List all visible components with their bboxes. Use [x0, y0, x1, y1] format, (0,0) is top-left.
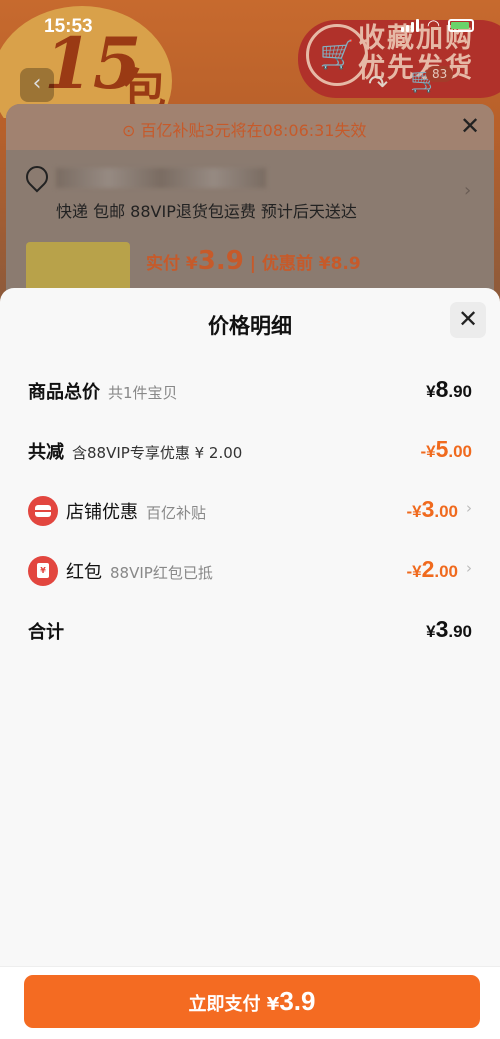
chevron-right-icon: › — [464, 180, 472, 201]
row-store-value: -¥3.00 — [406, 496, 458, 522]
row-hongbao[interactable]: ¥ 红包 88VIP红包已抵 -¥2.00 › — [28, 556, 472, 588]
product-thumbnail — [26, 242, 130, 292]
status-bar: 15:53 ◠ — [0, 0, 500, 50]
price-line: 实付 ¥3.9 | 优惠前 ¥8.9 — [146, 246, 361, 276]
row-hongbao-value: -¥2.00 — [406, 556, 458, 582]
row-discount: 共减 含88VIP专享优惠 ¥ 2.00 -¥5.00 — [28, 436, 472, 468]
chevron-right-icon: › — [466, 499, 472, 517]
row-total-value: ¥8.90 — [426, 376, 472, 402]
battery-icon — [448, 19, 474, 32]
close-sheet-button[interactable]: ✕ — [450, 302, 486, 338]
shipping-info: 快递 包邮 88VIP退货包运费 预计后天送达 — [56, 202, 357, 221]
wifi-icon: ◠ — [426, 16, 440, 34]
cart-badge: 83 — [426, 66, 454, 82]
subsidy-notice: ⊙ 百亿补贴3元将在08:06:31失效 — [122, 121, 367, 140]
signal-icon — [400, 19, 419, 32]
row-hongbao-label: 红包 88VIP红包已抵 — [66, 562, 213, 583]
address-blurred[interactable] — [56, 168, 266, 188]
row-sum: 合计 ¥3.90 — [28, 616, 472, 648]
sheet-title: 价格明细 — [208, 314, 292, 338]
row-discount-label: 共减 含88VIP专享优惠 ¥ 2.00 — [28, 442, 243, 463]
pay-now-button[interactable]: 立即支付 ¥3.9 — [24, 975, 480, 1028]
row-sum-label: 合计 — [28, 622, 64, 643]
row-store-discount[interactable]: 店铺优惠 百亿补贴 -¥3.00 › — [28, 496, 472, 528]
back-icon[interactable]: ‹ — [20, 68, 54, 102]
store-icon — [28, 496, 58, 526]
row-store-label: 店铺优惠 百亿补贴 — [66, 502, 207, 523]
status-time: 15:53 — [44, 16, 93, 37]
row-total: 商品总价 共1件宝贝 ¥8.90 — [28, 376, 472, 408]
row-total-label: 商品总价 共1件宝贝 — [28, 382, 178, 403]
red-envelope-icon: ¥ — [28, 556, 58, 586]
close-icon[interactable]: ✕ — [460, 112, 480, 140]
chevron-right-icon: › — [466, 559, 472, 577]
row-sum-value: ¥3.90 — [426, 616, 472, 642]
price-detail-sheet: 价格明细 ✕ 商品总价 共1件宝贝 ¥8.90 共减 含88VIP专享优惠 ¥ 2.… — [0, 288, 500, 1039]
share-icon[interactable]: ↷ — [368, 70, 388, 98]
status-icons: ◠ — [400, 16, 474, 34]
clock-icon: ⊙ — [122, 121, 141, 140]
row-discount-value: -¥5.00 — [420, 436, 472, 462]
